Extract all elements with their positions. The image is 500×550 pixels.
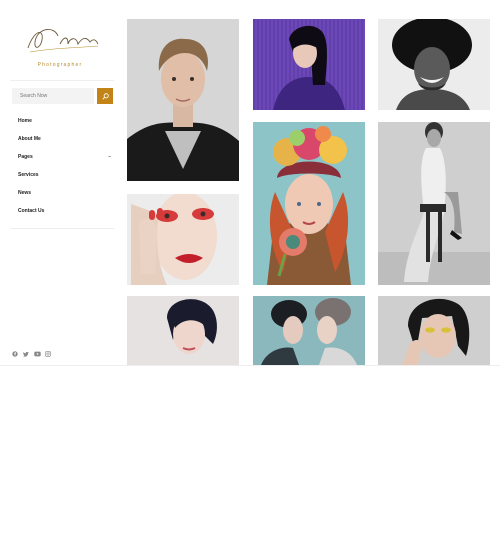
nav-item-pages[interactable]: Pages – — [18, 151, 113, 169]
gallery-image-portrait-two-women[interactable] — [253, 296, 365, 365]
content-bottom-border — [0, 365, 500, 366]
submenu-indicator-icon[interactable]: – — [108, 151, 111, 163]
search-icon — [101, 92, 109, 100]
nav-item-home[interactable]: Home — [18, 115, 113, 133]
gallery-image-portrait-woman-chair[interactable] — [378, 122, 490, 285]
divider — [10, 228, 114, 229]
gallery-image-portrait-woman-bob[interactable] — [127, 296, 239, 365]
sidebar: Photographer Home About Me Pages – Servi… — [0, 0, 120, 365]
search-button[interactable] — [97, 88, 113, 104]
nav-item-services[interactable]: Services — [18, 169, 113, 187]
search-input[interactable] — [12, 88, 94, 104]
nav-item-news[interactable]: News — [18, 187, 113, 205]
gallery-image-portrait-woman-purple[interactable] — [253, 19, 365, 110]
search-form — [12, 88, 115, 104]
nav-item-contact[interactable]: Contact Us — [18, 205, 113, 223]
gallery-image-portrait-woman-flower-hat[interactable] — [253, 122, 365, 285]
gallery-image-portrait-woman-red-makeup[interactable] — [127, 194, 239, 285]
gallery-image-portrait-woman-yellow-eyeshadow[interactable] — [378, 296, 490, 365]
youtube-icon[interactable] — [34, 344, 41, 357]
twitter-icon[interactable] — [23, 344, 29, 357]
gallery-image-portrait-man-afro[interactable] — [378, 19, 490, 110]
logo-subtitle: Photographer — [37, 62, 83, 68]
main-nav: Home About Me Pages – Services News Cont… — [18, 115, 113, 223]
gallery-image-portrait-man[interactable] — [127, 19, 239, 181]
logo-signature-icon — [27, 29, 99, 53]
facebook-icon[interactable] — [12, 344, 18, 357]
social-links — [12, 344, 51, 357]
site-logo[interactable]: Photographer — [0, 22, 120, 74]
nav-item-about[interactable]: About Me — [18, 133, 113, 151]
instagram-icon[interactable] — [45, 344, 51, 357]
divider — [10, 80, 114, 81]
nav-item-label: Pages — [18, 154, 33, 160]
